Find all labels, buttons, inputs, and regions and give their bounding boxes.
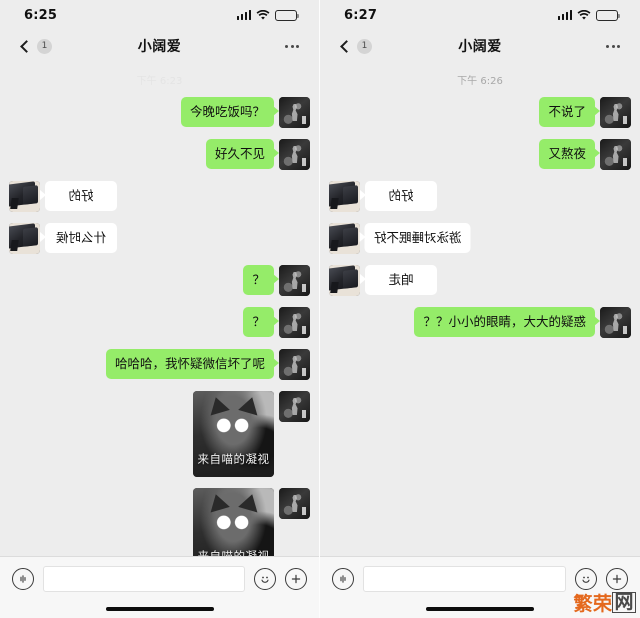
- avatar-contact[interactable]: [329, 265, 360, 296]
- dual-screenshot-container: 6:25 1 小阔爱 下午 6:23 今晚吃饭吗？ 好久不见 好的 什么时候 ？…: [0, 0, 640, 618]
- message-row: 好的: [329, 181, 631, 212]
- message-bubble-outgoing[interactable]: 今晚吃饭吗？: [180, 97, 280, 127]
- sticker-message[interactable]: 来自喵的凝视: [193, 488, 274, 556]
- message-row: ？？小小的眼睛，大大的疑惑: [329, 307, 631, 338]
- message-bubble-incoming[interactable]: 咱走: [365, 265, 437, 295]
- avatar-self[interactable]: [279, 391, 310, 422]
- avatar-self[interactable]: [279, 488, 310, 519]
- signal-bars-icon: [236, 10, 251, 20]
- unread-badge: 1: [37, 38, 52, 54]
- message-bubble-incoming[interactable]: 什么时候: [45, 223, 117, 253]
- message-row: 游泳对睡眠不好: [329, 223, 631, 254]
- message-bubble-outgoing[interactable]: ？: [243, 307, 279, 337]
- conversation-left[interactable]: 下午 6:23 今晚吃饭吗？ 好久不见 好的 什么时候 ？ ？ 哈哈哈，我怀疑微…: [0, 62, 319, 556]
- message-row: ？: [9, 307, 310, 338]
- message-input[interactable]: [43, 565, 245, 592]
- back-button[interactable]: 1: [340, 38, 372, 54]
- back-button[interactable]: 1: [20, 38, 52, 54]
- avatar-contact[interactable]: [9, 181, 40, 212]
- phone-screen-right: 6:27 1 小阔爱 下午 6:26 不说了 又熬夜 好的 游泳对睡眠不好 咱走…: [320, 0, 640, 618]
- plus-icon[interactable]: [606, 567, 628, 590]
- avatar-self[interactable]: [600, 139, 631, 170]
- avatar-self[interactable]: [279, 265, 310, 296]
- watermark-boxed-char: 网: [612, 591, 636, 613]
- day-timestamp: 下午 6:23: [136, 76, 183, 87]
- message-bubble-outgoing[interactable]: ？: [243, 265, 279, 295]
- more-dots-icon[interactable]: [606, 44, 620, 48]
- smiley-icon[interactable]: [254, 567, 276, 590]
- avatar-self[interactable]: [279, 97, 310, 128]
- sticker-message[interactable]: 来自喵的凝视: [193, 391, 274, 477]
- message-row: 好久不见: [9, 139, 310, 170]
- home-indicator-area: [0, 600, 319, 618]
- message-bubble-outgoing[interactable]: 好久不见: [205, 139, 280, 169]
- message-row: ？: [9, 265, 310, 296]
- message-row: 又熬夜: [329, 139, 631, 170]
- avatar-self[interactable]: [600, 97, 631, 128]
- avatar-contact[interactable]: [9, 223, 40, 254]
- status-time: 6:27: [344, 7, 378, 23]
- home-indicator[interactable]: [426, 607, 534, 611]
- avatar-self[interactable]: [279, 139, 310, 170]
- conversation-right[interactable]: 下午 6:26 不说了 又熬夜 好的 游泳对睡眠不好 咱走 ？？小小的眼睛，大大…: [320, 62, 640, 556]
- message-row: 哈哈哈，我怀疑微信坏了呢: [9, 349, 310, 380]
- day-timestamp: 下午 6:26: [457, 76, 503, 87]
- message-row: 咱走: [329, 265, 631, 296]
- nav-bar: 1 小阔爱: [320, 30, 640, 62]
- sticker-caption: 来自喵的凝视: [197, 549, 270, 556]
- message-bubble-outgoing[interactable]: 哈哈哈，我怀疑微信坏了呢: [105, 349, 280, 379]
- phone-screen-left: 6:25 1 小阔爱 下午 6:23 今晚吃饭吗？ 好久不见 好的 什么时候 ？…: [0, 0, 320, 618]
- voice-wave-icon[interactable]: [332, 567, 354, 590]
- message-bubble-incoming[interactable]: 好的: [365, 181, 437, 211]
- input-bar: [0, 556, 319, 600]
- message-row: 什么时候: [9, 223, 310, 254]
- message-bubble-outgoing[interactable]: 不说了: [539, 97, 600, 127]
- smiley-icon[interactable]: [575, 567, 597, 590]
- chevron-left-icon: [20, 39, 33, 53]
- message-bubble-incoming[interactable]: 游泳对睡眠不好: [365, 223, 471, 253]
- message-bubble-outgoing[interactable]: ？？小小的眼睛，大大的疑惑: [414, 307, 600, 337]
- battery-icon: [596, 9, 621, 21]
- avatar-self[interactable]: [279, 307, 310, 338]
- unread-badge: 1: [357, 38, 372, 54]
- status-bar: 6:27: [320, 0, 640, 30]
- avatar-contact[interactable]: [329, 181, 360, 212]
- message-bubble-outgoing[interactable]: 又熬夜: [539, 139, 600, 169]
- sticker-caption: 来自喵的凝视: [197, 452, 270, 466]
- message-bubble-incoming[interactable]: 好的: [45, 181, 117, 211]
- home-indicator[interactable]: [105, 607, 214, 611]
- wifi-icon: [256, 9, 270, 20]
- status-icons: [557, 9, 621, 21]
- message-row: 好的: [9, 181, 310, 212]
- site-watermark: 繁荣 网: [573, 589, 636, 616]
- plus-icon[interactable]: [285, 567, 307, 590]
- more-dots-icon[interactable]: [285, 44, 299, 48]
- avatar-self[interactable]: [600, 307, 631, 338]
- message-input[interactable]: [363, 565, 566, 592]
- message-row: 来自喵的凝视: [9, 391, 310, 477]
- chevron-left-icon: [340, 39, 353, 53]
- status-icons: [236, 9, 300, 21]
- status-bar: 6:25: [0, 0, 319, 30]
- message-row: 来自喵的凝视: [9, 488, 310, 556]
- watermark-text: 繁荣: [573, 593, 613, 615]
- wifi-icon: [577, 9, 591, 20]
- status-time: 6:25: [24, 7, 58, 23]
- avatar-contact[interactable]: [329, 223, 360, 254]
- nav-bar: 1 小阔爱: [0, 30, 319, 62]
- battery-icon: [275, 9, 300, 21]
- avatar-self[interactable]: [279, 349, 310, 380]
- message-row: 今晚吃饭吗？: [9, 97, 310, 128]
- signal-bars-icon: [557, 10, 572, 20]
- message-row: 不说了: [329, 97, 631, 128]
- voice-wave-icon[interactable]: [12, 567, 34, 590]
